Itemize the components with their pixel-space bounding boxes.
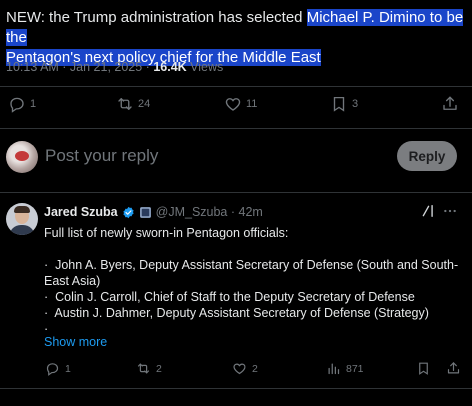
views-count: 871 <box>346 362 364 375</box>
share-action[interactable] <box>446 361 461 376</box>
bookmark-icon <box>416 361 431 376</box>
affiliation-badge-icon[interactable] <box>139 206 152 219</box>
bookmark-action[interactable]: 3 <box>330 95 358 113</box>
reply-input[interactable]: Post your reply <box>45 146 158 166</box>
reply-action[interactable]: 1 <box>8 95 36 113</box>
repost-action[interactable]: 24 <box>116 95 150 113</box>
views-action[interactable]: 871 <box>326 361 364 376</box>
more-icon[interactable] <box>443 204 457 218</box>
views-count: 16.4K <box>153 60 187 74</box>
verified-badge-icon <box>122 206 135 219</box>
analytics-icon <box>326 361 341 376</box>
reply-line: · John A. Byers, Deputy Assistant Secret… <box>44 258 459 288</box>
divider <box>0 86 472 87</box>
avatar[interactable] <box>6 203 38 235</box>
like-count: 2 <box>252 362 258 375</box>
bookmark-count: 3 <box>352 98 359 110</box>
divider <box>0 128 472 129</box>
like-count: 11 <box>246 98 258 110</box>
repost-count: 2 <box>156 362 162 375</box>
like-action[interactable]: 2 <box>232 361 258 376</box>
heart-icon <box>224 95 242 113</box>
tweet-text-plain: NEW: the Trump administration has select… <box>6 9 307 26</box>
reply-icon <box>8 95 26 113</box>
repost-icon <box>116 95 134 113</box>
show-more-link[interactable]: Show more <box>44 335 107 349</box>
reply-line: · Colin J. Carroll, Chief of Staff to th… <box>44 290 415 304</box>
reply-line: Full list of newly sworn-in Pentagon off… <box>44 226 289 240</box>
share-action[interactable] <box>441 95 459 113</box>
bookmark-action[interactable] <box>416 361 431 376</box>
reply-button[interactable]: Reply <box>397 141 457 171</box>
author-name[interactable]: Jared Szuba <box>44 205 118 219</box>
reply-line: · Austin J. Dahmer, Deputy Assistant Sec… <box>44 306 429 320</box>
avatar[interactable] <box>6 141 38 173</box>
tweet-timestamp[interactable]: 10:13 AM · Jan 21, 2025 · <box>6 60 153 74</box>
share-icon <box>441 95 459 113</box>
reply-text: Full list of newly sworn-in Pentagon off… <box>44 225 464 337</box>
heart-icon <box>232 361 247 376</box>
share-icon <box>446 361 461 376</box>
reply-icon <box>45 361 60 376</box>
like-action[interactable]: 11 <box>224 95 257 113</box>
views-label: Views <box>186 60 224 74</box>
reply-action-bar: 1 2 2 871 <box>0 361 472 379</box>
grok-icon[interactable] <box>421 204 435 218</box>
tweet-text: NEW: the Trump administration has select… <box>6 8 466 68</box>
author-line: Jared Szuba @JM_Szuba · 42m <box>44 205 263 219</box>
reply-line <box>44 241 464 257</box>
bookmark-icon <box>330 95 348 113</box>
repost-action[interactable]: 2 <box>136 361 162 376</box>
author-handle[interactable]: @JM_Szuba · 42m <box>156 205 263 219</box>
tweet-action-bar: 1 24 11 3 <box>0 95 472 119</box>
repost-count: 24 <box>138 98 151 110</box>
divider <box>0 388 472 389</box>
reply-count: 1 <box>30 98 37 110</box>
tweet-meta: 10:13 AM · Jan 21, 2025 · 16.4K Views <box>6 60 223 74</box>
reply-action[interactable]: 1 <box>45 361 71 376</box>
divider <box>0 192 472 193</box>
repost-icon <box>136 361 151 376</box>
reply-count: 1 <box>65 362 71 375</box>
